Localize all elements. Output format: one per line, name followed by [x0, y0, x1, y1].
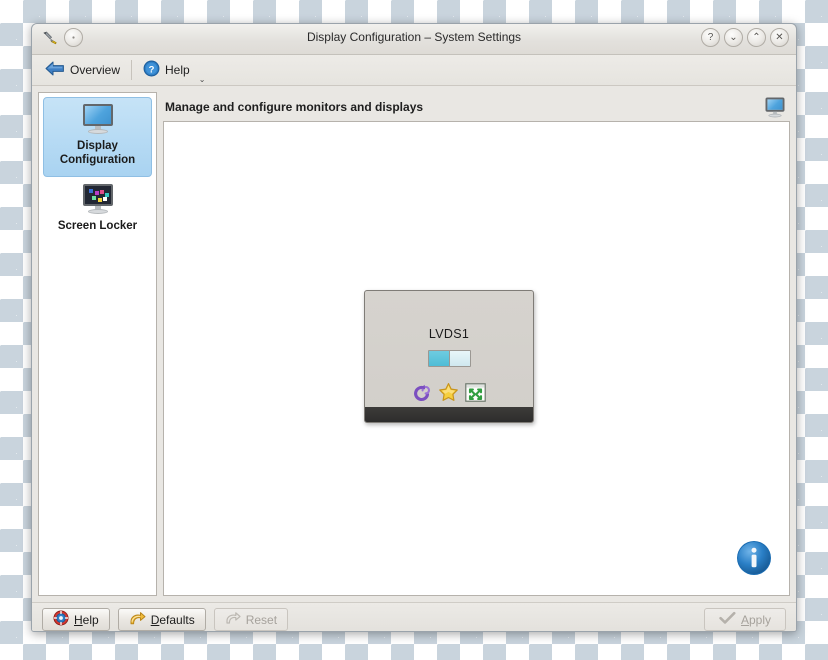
defaults-button[interactable]: Defaults	[117, 608, 206, 631]
chevron-down-icon[interactable]: ⌄	[199, 75, 206, 85]
help-button-footer[interactable]: HHelpelp	[42, 608, 110, 631]
reset-button-label: Reset	[245, 612, 278, 627]
check-icon	[719, 611, 736, 628]
defaults-button-label: Defaults	[150, 612, 195, 627]
overview-button[interactable]: Overview	[38, 58, 127, 82]
monitor-icon	[765, 97, 786, 117]
help-button[interactable]: ?	[701, 28, 720, 47]
screen-enable-toggle[interactable]	[427, 350, 471, 367]
main-toolbar: Overview ? Help ⌄	[32, 55, 796, 86]
undo-arrow-icon	[129, 611, 146, 629]
page-title: Manage and configure monitors and displa…	[165, 99, 424, 114]
reset-arrow-icon	[225, 611, 241, 629]
sidebar-item-label: Display Configuration	[59, 140, 136, 167]
minimize-button[interactable]: ⌄	[724, 28, 743, 47]
sidebar-item-screen-locker[interactable]: Screen Locker	[43, 177, 152, 242]
title-bar[interactable]: Display Configuration – System Settings …	[32, 24, 796, 55]
display-canvas[interactable]: LVDS1	[163, 121, 790, 596]
help-toolbar-button[interactable]: ? Help	[136, 58, 197, 82]
help-question-icon: ?	[143, 60, 160, 80]
window-title: Display Configuration – System Settings	[306, 30, 522, 44]
apply-button-label: Apply	[740, 612, 771, 627]
primary-star-icon[interactable]	[438, 382, 459, 408]
back-arrow-icon	[45, 60, 65, 80]
close-button[interactable]: ✕	[770, 28, 789, 47]
help-label: Help	[165, 63, 190, 77]
help-button-label: HHelpelp	[74, 612, 99, 627]
toolbar-separator	[131, 60, 133, 80]
monitor-locker-icon	[81, 183, 115, 214]
monitor-icon	[81, 104, 115, 134]
titlebar-window-controls: ? ⌄ ⌃ ✕	[701, 28, 789, 47]
screen-action-icons	[412, 382, 486, 408]
reset-button[interactable]: Reset	[213, 608, 289, 631]
sidebar: Display Configuration Screen Locker	[38, 92, 157, 596]
lifebuoy-icon	[53, 610, 69, 629]
body-area: Display Configuration Screen Locker Mana…	[32, 86, 796, 602]
sidebar-item-display-configuration[interactable]: Display Configuration	[43, 97, 152, 177]
screen-widget-lvds1[interactable]: LVDS1	[364, 290, 534, 423]
main-panel: Manage and configure monitors and displa…	[163, 92, 790, 596]
info-icon[interactable]	[735, 539, 773, 577]
main-header: Manage and configure monitors and displa…	[163, 92, 790, 121]
apply-button[interactable]: Apply	[703, 608, 786, 631]
sidebar-item-label: Screen Locker	[57, 219, 138, 232]
application-window: Display Configuration – System Settings …	[31, 23, 797, 632]
rotate-icon[interactable]	[412, 383, 432, 408]
overview-label: Overview	[70, 63, 121, 77]
maximize-button[interactable]: ⌃	[747, 28, 766, 47]
svg-text:?: ?	[149, 64, 155, 75]
resolution-icon[interactable]	[465, 383, 486, 407]
screen-name-label: LVDS1	[428, 327, 470, 341]
screen-base	[365, 407, 533, 422]
footer-buttons: HHelpelp Defaults Reset	[32, 602, 796, 631]
